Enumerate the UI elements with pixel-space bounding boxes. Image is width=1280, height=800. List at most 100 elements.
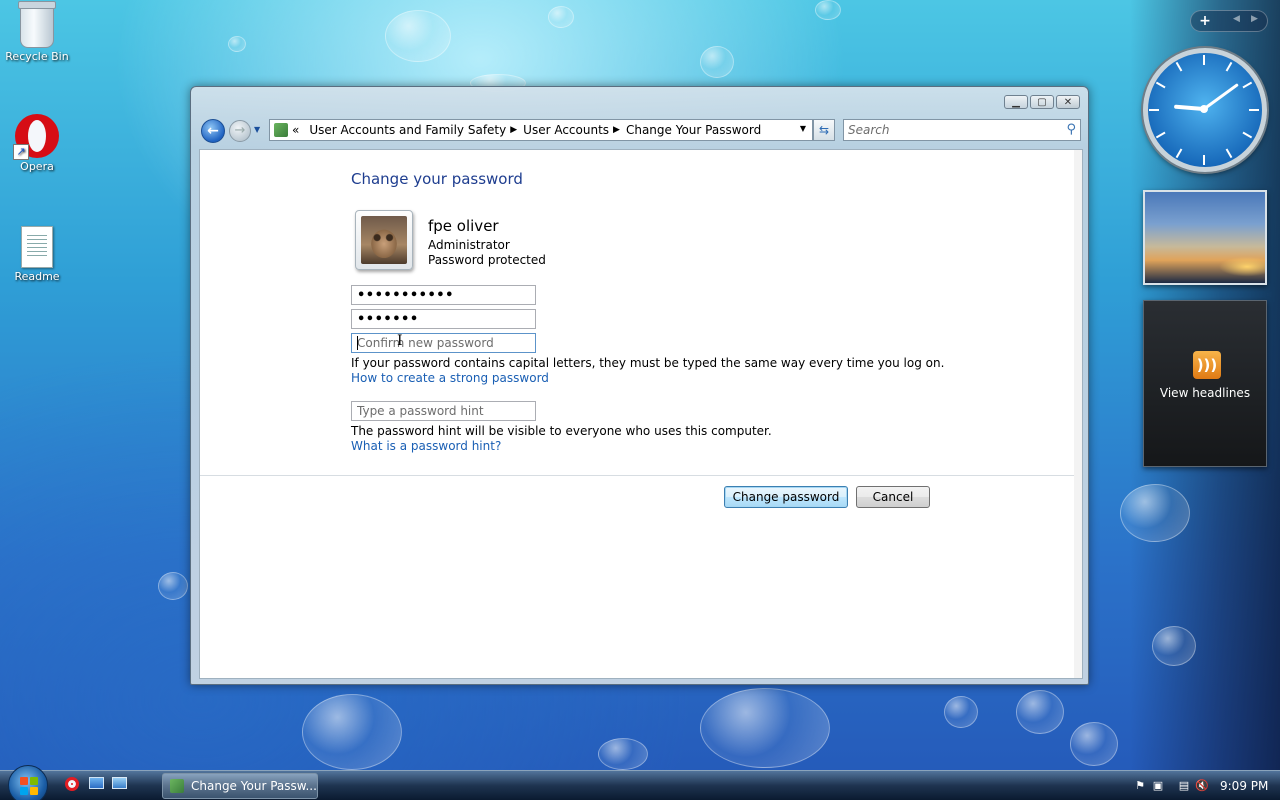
refresh-button[interactable]: ⇆ (813, 119, 835, 141)
clock-tick (1242, 81, 1253, 89)
new-password-field[interactable] (351, 309, 536, 329)
show-desktop-icon[interactable] (87, 777, 105, 795)
recent-pages-dropdown[interactable]: ▼ (254, 124, 264, 136)
add-gadget-button[interactable]: + (1196, 13, 1214, 29)
rss-icon: ))) (1193, 351, 1221, 379)
bubble (700, 46, 734, 78)
close-icon: ✕ (1063, 97, 1073, 108)
user-picture (361, 216, 407, 264)
search-icon[interactable]: ⚲ (1066, 122, 1076, 137)
gadget-toolbar: + ◀ ▶ (1190, 10, 1268, 32)
bubble (302, 694, 402, 770)
breadcrumb-overflow[interactable]: « (292, 123, 299, 137)
address-dropdown-icon[interactable]: ▼ (800, 124, 806, 133)
maximize-button[interactable]: ▢ (1030, 95, 1054, 109)
clock-tick (1203, 55, 1205, 65)
desktop-icon-label: Readme (14, 270, 60, 283)
clock-gadget[interactable] (1143, 48, 1267, 172)
forward-arrow-icon: → (234, 123, 246, 138)
switch-windows-icon[interactable] (110, 777, 128, 795)
next-gadgets-icon[interactable]: ▶ (1251, 14, 1258, 24)
volume-muted-icon[interactable]: 🔇 (1194, 778, 1210, 794)
clock-center (1200, 105, 1208, 113)
clock-tick (1155, 131, 1166, 139)
vertical-scrollbar[interactable] (1074, 150, 1082, 678)
search-input[interactable] (848, 120, 1048, 140)
back-arrow-icon: ← (207, 123, 219, 139)
change-password-button[interactable]: Change password (724, 486, 848, 508)
opera-icon (13, 114, 59, 160)
control-panel-icon (170, 779, 184, 793)
opera-desktop-icon[interactable]: Opera (1, 114, 73, 173)
capital-letters-note: If your password contains capital letter… (351, 356, 945, 370)
main-content: Change your password fpe oliver Administ… (199, 149, 1083, 679)
clock-tick (1225, 148, 1233, 159)
clock-tick (1155, 81, 1166, 89)
minimize-icon: ▁ (1012, 97, 1020, 108)
navigation-bar: ← → ▼ « User Accounts and Family Safety … (199, 117, 1081, 145)
breadcrumb-change-your-password[interactable]: Change Your Password (626, 123, 761, 137)
address-bar[interactable]: « User Accounts and Family Safety ▶ User… (269, 119, 813, 141)
bubble (228, 36, 246, 52)
readme-desktop-icon[interactable]: Readme (1, 226, 73, 283)
divider (200, 475, 1074, 476)
breadcrumb-chevron-icon[interactable]: ▶ (613, 125, 620, 135)
taskbar-window-button[interactable]: Change Your Passw... (162, 773, 318, 799)
security-flag-icon[interactable]: ⚑ (1132, 778, 1148, 794)
clock-tick (1175, 148, 1183, 159)
desktop-icon-label: Opera (20, 160, 54, 173)
network-icon[interactable]: ▤ (1176, 778, 1192, 794)
current-password-field[interactable] (351, 285, 536, 305)
clock-tick (1175, 61, 1183, 72)
control-panel-icon (274, 123, 288, 137)
tray-app-icon[interactable]: ▣ (1150, 778, 1166, 794)
start-button[interactable] (8, 765, 48, 800)
change-password-window: ▁ ▢ ✕ ← → ▼ « User Accounts and Family S… (190, 86, 1089, 685)
password-hint-link[interactable]: What is a password hint? (351, 439, 501, 453)
clock-time[interactable]: 9:09 PM (1220, 779, 1268, 793)
cancel-button[interactable]: Cancel (856, 486, 930, 508)
clock-tick (1203, 155, 1205, 165)
user-role: Administrator (428, 238, 510, 252)
bubble (1152, 626, 1196, 666)
close-button[interactable]: ✕ (1056, 95, 1080, 109)
bubble (158, 572, 188, 600)
previous-gadgets-icon[interactable]: ◀ (1233, 14, 1240, 24)
page-title: Change your password (351, 170, 523, 188)
forward-button[interactable]: → (229, 120, 251, 142)
windows-logo-icon (20, 777, 38, 795)
feed-headlines-gadget[interactable]: ))) View headlines (1143, 300, 1267, 467)
view-headlines-label[interactable]: View headlines (1144, 386, 1266, 400)
bubble (385, 10, 451, 62)
bubble (548, 6, 574, 28)
bubble (1120, 484, 1190, 542)
opera-quicklaunch-icon[interactable] (63, 777, 81, 795)
password-hint-field[interactable] (351, 401, 536, 421)
bubble (1070, 722, 1118, 766)
bubble (944, 696, 978, 728)
confirm-password-field[interactable] (351, 333, 536, 353)
clock-tick (1249, 109, 1259, 111)
recycle-bin-desktop-icon[interactable]: Recycle Bin (1, 1, 73, 63)
recycle-bin-icon (18, 1, 56, 48)
breadcrumb-chevron-icon[interactable]: ▶ (510, 125, 517, 135)
back-button[interactable]: ← (201, 119, 225, 143)
document-icon (21, 226, 53, 268)
breadcrumb-user-accounts[interactable]: User Accounts (523, 123, 609, 137)
ibeam-cursor-icon: I (397, 333, 403, 349)
breadcrumb-user-accounts-family-safety[interactable]: User Accounts and Family Safety (309, 123, 506, 137)
avatar (355, 210, 413, 270)
minimize-button[interactable]: ▁ (1004, 95, 1028, 109)
strong-password-link[interactable]: How to create a strong password (351, 371, 549, 385)
clock-tick (1225, 61, 1233, 72)
user-name: fpe oliver (428, 217, 499, 235)
taskbar: Change Your Passw... ⚑ ▣ ▤ 🔇 9:09 PM (0, 765, 1280, 800)
bubble (598, 738, 648, 770)
clock-minute-hand (1203, 83, 1239, 111)
hint-visibility-note: The password hint will be visible to eve… (351, 424, 772, 438)
bubble (700, 688, 830, 768)
clock-tick (1149, 109, 1159, 111)
bubble (815, 0, 841, 20)
slideshow-gadget[interactable] (1143, 190, 1267, 285)
search-box: ⚲ (843, 119, 1081, 141)
